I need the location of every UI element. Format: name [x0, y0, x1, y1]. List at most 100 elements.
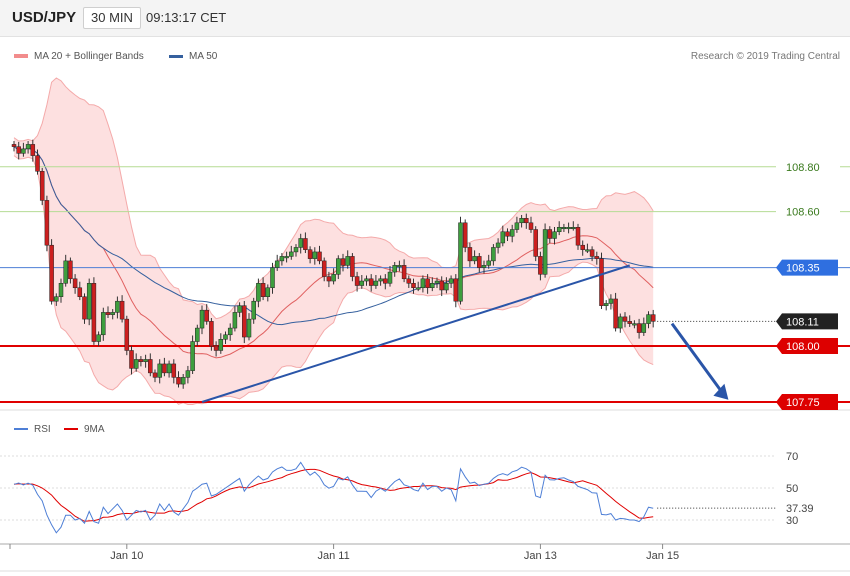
candle-body [30, 144, 36, 156]
candle-body [575, 227, 581, 246]
candle-body [364, 278, 369, 282]
candle-body [190, 341, 195, 371]
candle-body [528, 222, 534, 230]
candle-body [166, 363, 172, 374]
candle-body [133, 359, 139, 369]
candle-body [307, 249, 313, 259]
level-label-108.00: 108.00 [776, 338, 838, 354]
candle-body [397, 265, 402, 268]
candle-body [453, 278, 459, 302]
level-label-108.60: 108.60 [776, 203, 840, 220]
candle-body [237, 305, 242, 313]
candle-body [425, 278, 430, 289]
candle-body [143, 359, 148, 362]
candle-body [321, 260, 327, 277]
candle-body [589, 249, 595, 257]
candle-body [420, 278, 426, 289]
candle-body [392, 265, 397, 273]
candle-body [636, 323, 642, 333]
rsi-line [13, 461, 654, 534]
rsi-last-value: 37.39 [786, 503, 814, 515]
candle-body [21, 148, 26, 154]
candle-body [538, 256, 543, 275]
rsi-tick-50: 50 [786, 483, 798, 495]
level-label-text: 108.60 [786, 207, 820, 219]
candle-body [613, 298, 618, 329]
candle-body [627, 321, 632, 324]
candle-body [39, 171, 45, 201]
bollinger-band [14, 78, 654, 405]
candle-body [209, 321, 214, 347]
candle-body [68, 260, 73, 280]
candle-body [406, 278, 412, 284]
candle-body [101, 312, 106, 336]
candle-body [180, 377, 186, 385]
candle-body [387, 271, 393, 284]
candle-body [368, 278, 374, 286]
candle-body [138, 359, 144, 362]
time-label-Jan 10: Jan 10 [110, 550, 143, 562]
candle-body [105, 312, 111, 315]
candle-body [383, 278, 388, 284]
candle-body [331, 274, 336, 282]
time-label-Jan 11: Jan 11 [317, 550, 349, 562]
candle-body [82, 296, 87, 320]
candle-body [176, 377, 181, 385]
candle-body [599, 258, 604, 306]
candle-body [91, 283, 97, 342]
candle-body [72, 278, 78, 289]
candle-body [533, 229, 538, 257]
candle-body [411, 283, 416, 289]
candle-body [129, 350, 134, 369]
level-label-text: 108.80 [786, 162, 820, 174]
candle-body [260, 283, 266, 297]
candle-body [279, 256, 285, 262]
candle-body [227, 327, 233, 336]
candle-body [16, 146, 21, 154]
candle [542, 223, 548, 278]
candle-body [77, 287, 83, 297]
candle-body [505, 231, 510, 237]
candle-body [124, 318, 130, 351]
candle-body [547, 229, 553, 239]
candle-body [195, 327, 200, 342]
candle-body [251, 300, 256, 320]
candle-body [171, 363, 177, 378]
candle-body [580, 244, 585, 250]
candle-body [218, 339, 224, 351]
candle-body [312, 251, 318, 259]
candle [49, 239, 54, 305]
candle-body [11, 144, 17, 147]
price-chart[interactable]: 108.80 108.60 108.35 108.00 107.75 108.11 70 50… [0, 0, 850, 576]
candle-body [157, 363, 162, 378]
candle [86, 278, 92, 326]
candle [124, 315, 130, 356]
candle [599, 252, 604, 310]
candle-body [265, 287, 271, 297]
candle-body [618, 316, 623, 329]
level-label-text: 108.35 [786, 263, 820, 275]
candle-body [608, 298, 614, 304]
candle-body [585, 249, 590, 252]
candle [533, 226, 538, 262]
candle-body [641, 323, 647, 333]
candle-body [491, 247, 496, 262]
candle-body [524, 218, 529, 224]
candle-body [359, 280, 365, 286]
candle-body [162, 363, 167, 374]
candle [209, 318, 214, 351]
candle-body [495, 242, 501, 248]
candle-body [350, 256, 355, 277]
candle-body [148, 359, 153, 374]
candle-body [204, 309, 209, 322]
candle [82, 293, 87, 324]
candle-body [561, 227, 567, 230]
level-label-108.80: 108.80 [776, 158, 840, 175]
candle-body [96, 334, 101, 342]
candle-body [481, 265, 487, 268]
candle-body [401, 265, 407, 280]
candle-body [185, 370, 191, 378]
level-label-text: 107.75 [786, 397, 820, 409]
forecast-arrow-shaft [670, 322, 724, 394]
level-label-107.75: 107.75 [776, 394, 838, 410]
